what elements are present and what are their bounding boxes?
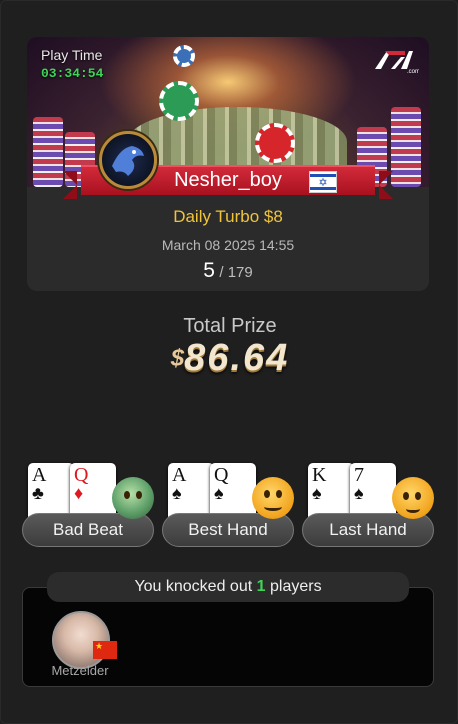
knockouts-banner: You knocked out 1 players xyxy=(47,572,409,602)
facepalm-face-icon xyxy=(392,477,434,519)
tournament-date: March 08 2025 14:55 xyxy=(161,237,295,253)
thinking-face-icon xyxy=(252,477,294,519)
user-avatar xyxy=(99,131,157,189)
prize-currency: $ xyxy=(170,345,185,372)
brand-logo-icon: .com xyxy=(375,51,419,75)
username: Nesher_boy xyxy=(174,169,282,191)
tournament-card: Play Time 03:34:54 .com Nesher_boy ✡ Dai… xyxy=(27,37,429,291)
knockouts-suffix: players xyxy=(269,578,322,595)
hand-best-hand[interactable]: A ♠ Q ♠ Best Hand xyxy=(162,463,294,549)
knockouts-prefix: You knocked out xyxy=(134,578,253,595)
total-prize-label: Total Prize xyxy=(183,315,277,337)
china-flag-icon: ★ xyxy=(93,641,117,659)
hand-last-hand[interactable]: K ♠ 7 ♠ Last Hand xyxy=(302,463,434,549)
knocked-out-player-name: Metzelder xyxy=(51,663,109,678)
tournament-name: Daily Turbo $8 xyxy=(173,207,283,226)
hand-bad-beat[interactable]: A ♣ Q ♦ Bad Beat xyxy=(22,463,154,549)
rank-total: / 179 xyxy=(219,264,253,281)
svg-text:.com: .com xyxy=(407,69,419,75)
avatar xyxy=(52,611,110,669)
eagle-icon xyxy=(112,146,144,176)
play-time-label: Play Time xyxy=(41,47,103,63)
tournament-summary-panel: Play Time 03:34:54 .com Nesher_boy ✡ Dai… xyxy=(0,0,458,724)
finish-rank: 5 / 179 xyxy=(27,259,429,283)
sick-face-icon xyxy=(112,477,154,519)
knockouts-count: 1 xyxy=(256,578,266,595)
play-time-value: 03:34:54 xyxy=(41,66,104,81)
knocked-out-player[interactable]: ★ Metzelder xyxy=(49,611,119,681)
total-prize-value: $86.64 xyxy=(1,337,458,380)
rank-position: 5 xyxy=(203,259,215,282)
israel-flag-icon: ✡ xyxy=(309,171,337,193)
prize-amount: 86.64 xyxy=(184,337,290,379)
